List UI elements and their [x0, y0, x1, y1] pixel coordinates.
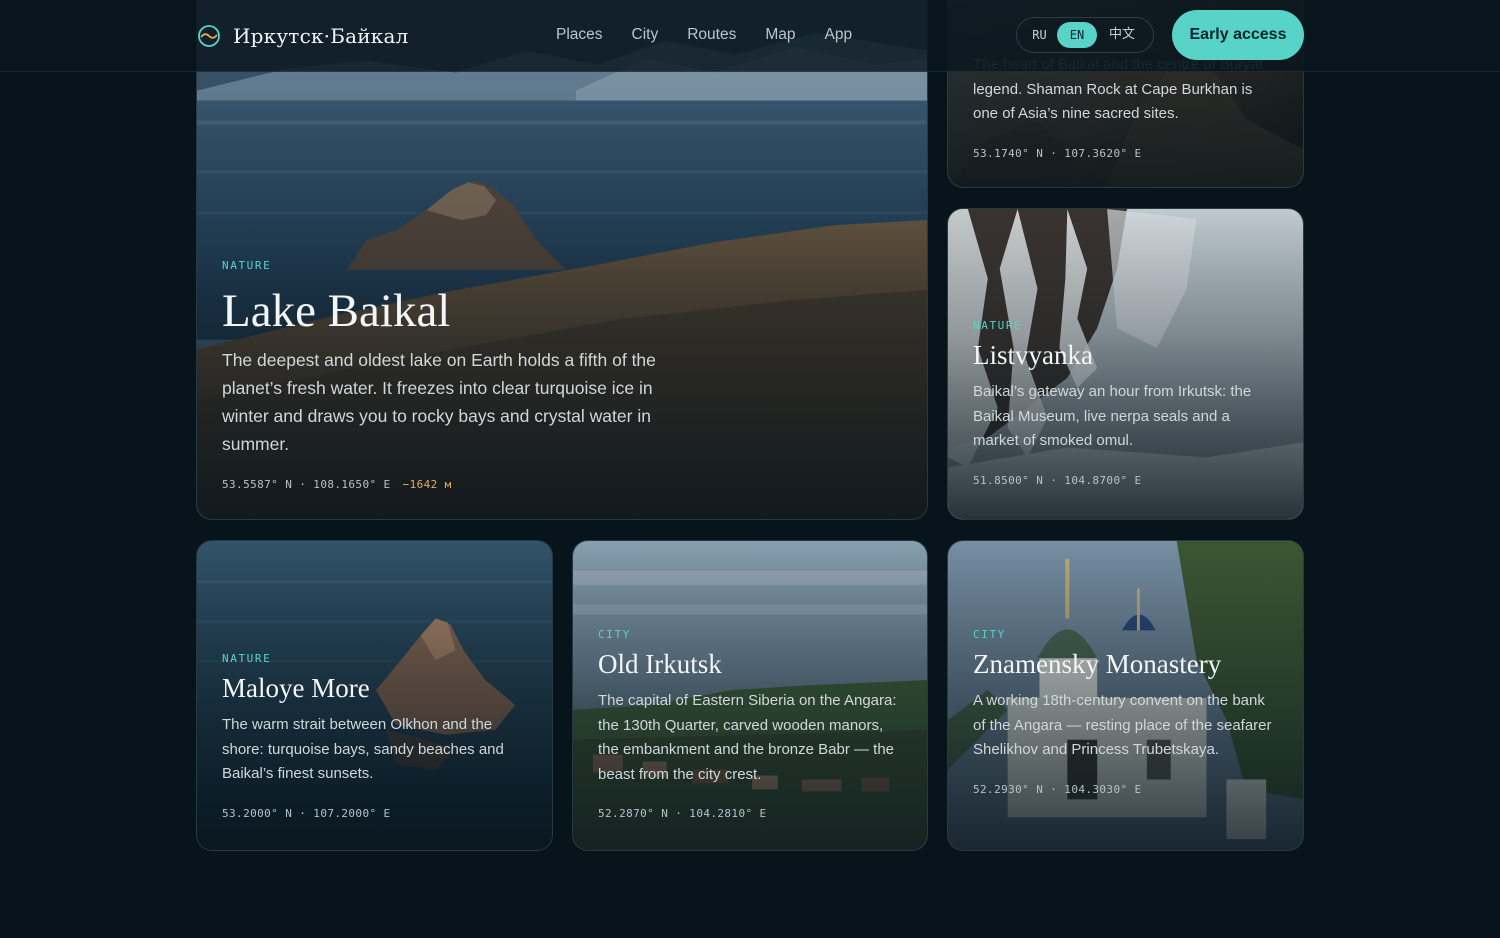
place-card-listvyanka[interactable]: NATURE Listvyanka Baikal’s gateway an ho… [947, 208, 1304, 520]
wave-logo-icon [198, 25, 220, 47]
card-content: CITY Old Irkutsk The capital of Eastern … [598, 628, 902, 820]
place-card-lake-baikal[interactable]: NATURE Lake Baikal The deepest and oldes… [196, 0, 928, 520]
card-coordinates: 53.5587° N · 108.1650° E −1642 м [222, 478, 902, 491]
card-content: NATURE Maloye More The warm strait betwe… [222, 652, 527, 820]
card-title: Listvyanka [973, 340, 1093, 370]
early-access-button[interactable]: Early access [1172, 10, 1304, 60]
card-coordinates: 53.1740° N · 107.3620° E [973, 146, 1142, 160]
brand[interactable]: Иркутск·Байкал [197, 22, 409, 50]
card-content: CITY Znamensky Monastery A working 18th-… [973, 628, 1278, 796]
card-category: NATURE [222, 259, 272, 272]
card-content: NATURE Listvyanka Baikal’s gateway an ho… [973, 319, 1278, 487]
card-description: Baikal’s gateway an hour from Irkutsk: t… [973, 383, 1252, 449]
card-coordinates: 51.8500° N · 104.8700° E [973, 473, 1142, 487]
card-description: The deepest and oldest lake on Earth hol… [222, 350, 656, 454]
card-content: NATURE Lake Baikal The deepest and oldes… [222, 259, 902, 491]
main-nav: Places City Routes Map App [556, 26, 852, 44]
card-description: The warm strait between Olkhon and the s… [222, 716, 504, 782]
card-category: NATURE [973, 319, 1023, 332]
nav-map[interactable]: Map [765, 26, 795, 44]
lang-en[interactable]: EN [1057, 22, 1097, 48]
depth-value: −1642 м [402, 478, 452, 491]
place-card-old-irkutsk[interactable]: CITY Old Irkutsk The capital of Eastern … [572, 540, 928, 851]
card-title: Lake Baikal [222, 285, 451, 337]
language-switcher: RU EN 中文 [1016, 17, 1154, 53]
card-description: The capital of Eastern Siberia on the An… [598, 692, 897, 783]
card-coordinates: 52.2930° N · 104.3030° E [973, 782, 1142, 796]
nav-places[interactable]: Places [556, 26, 603, 44]
card-title: Znamensky Monastery [973, 649, 1222, 679]
nav-app[interactable]: App [825, 26, 853, 44]
card-description: legend. Shaman Rock at Cape Burkhan is o… [973, 80, 1253, 123]
lang-zh[interactable]: 中文 [1097, 22, 1147, 48]
card-title: Maloye More [222, 673, 370, 703]
nav-routes[interactable]: Routes [687, 26, 736, 44]
card-category: CITY [598, 628, 631, 641]
card-category: CITY [973, 628, 1006, 641]
card-description: A working 18th-century convent on the ba… [973, 692, 1272, 758]
site-header: Иркутск·Байкал Places City Routes Map Ap… [0, 0, 1500, 72]
card-category: NATURE [222, 652, 272, 665]
card-coordinates: 52.2870° N · 104.2810° E [598, 807, 767, 820]
card-coordinates: 53.2000° N · 107.2000° E [222, 806, 391, 820]
coords-text: 53.5587° N · 108.1650° E [222, 478, 391, 491]
brand-name: Иркутск·Байкал [233, 24, 409, 48]
place-card-maloye-more[interactable]: NATURE Maloye More The warm strait betwe… [196, 540, 553, 851]
lang-ru[interactable]: RU [1022, 22, 1057, 48]
card-title: Old Irkutsk [598, 649, 722, 679]
nav-city[interactable]: City [632, 26, 659, 44]
place-card-znamensky-monastery[interactable]: CITY Znamensky Monastery A working 18th-… [947, 540, 1304, 851]
